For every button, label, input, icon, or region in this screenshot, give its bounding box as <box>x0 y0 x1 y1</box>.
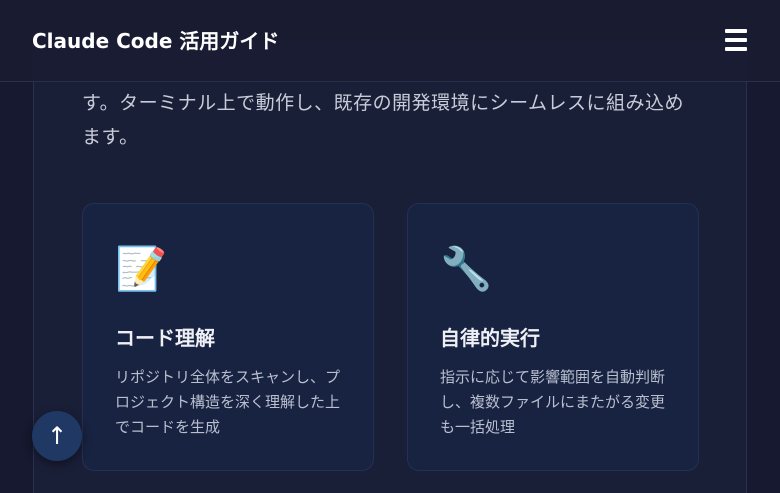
content-section: す。ターミナル上で動作し、既存の開発環境にシームレスに組み込めます。 📝 コード… <box>33 40 747 493</box>
scroll-to-top-button[interactable]: ↑ <box>32 411 82 461</box>
page: す。ターミナル上で動作し、既存の開発環境にシームレスに組み込めます。 📝 コード… <box>0 0 780 493</box>
wrench-icon: 🔧 <box>440 244 493 293</box>
arrow-up-icon: ↑ <box>46 422 68 450</box>
feature-card-autonomous-execution: 🔧 自律的実行 指示に応じて影響範囲を自動判断し、複数ファイルにまたがる変更も一… <box>407 203 699 471</box>
menu-bar <box>725 38 747 42</box>
card-description: 指示に応じて影響範囲を自動判断し、複数ファイルにまたがる変更も一括処理 <box>440 368 666 436</box>
menu-bar <box>725 29 747 33</box>
intro-paragraph: す。ターミナル上で動作し、既存の開発環境にシームレスに組み込めます。 <box>82 92 685 148</box>
card-title: コード理解 <box>115 326 215 350</box>
feature-card-code-understanding: 📝 コード理解 リポジトリ全体をスキャンし、プロジェクト構造を深く理解した上でコ… <box>82 203 374 471</box>
card-description: リポジトリ全体をスキャンし、プロジェクト構造を深く理解した上でコードを生成 <box>115 368 341 436</box>
menu-bar <box>725 47 747 51</box>
memo-icon: 📝 <box>115 244 168 293</box>
site-title[interactable]: Claude Code 活用ガイド <box>32 27 279 55</box>
site-header: Claude Code 活用ガイド <box>0 0 780 82</box>
card-title: 自律的実行 <box>440 326 540 350</box>
hamburger-menu-icon[interactable] <box>722 28 750 54</box>
